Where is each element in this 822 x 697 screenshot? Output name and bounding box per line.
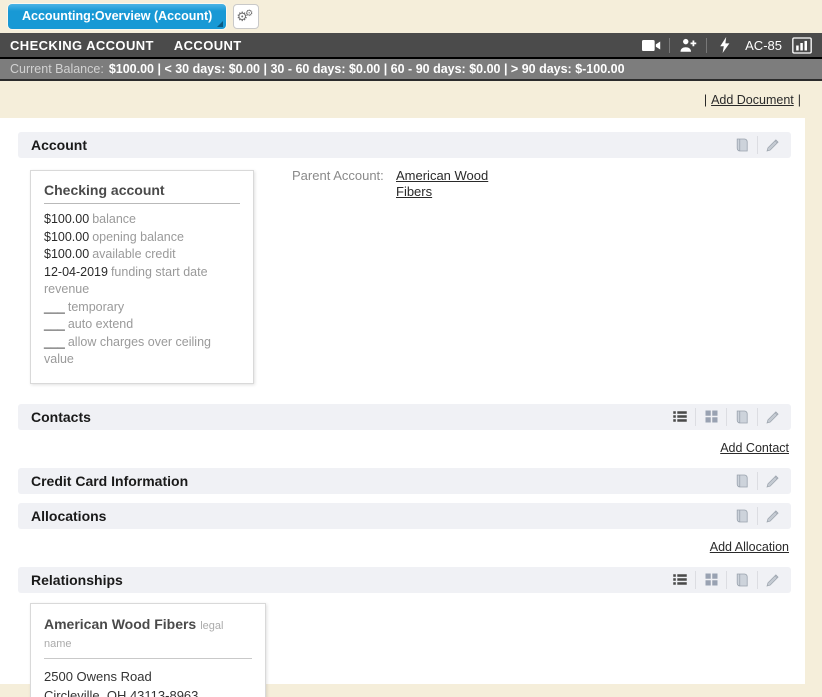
account-field-funding-start-date: 12-04-2019funding start date [44, 264, 240, 282]
divider [757, 507, 758, 525]
contacts-actions: Add Contact [18, 441, 789, 455]
account-field-available-credit: $100.00available credit [44, 246, 240, 264]
pipe: | [798, 93, 801, 107]
divider [726, 408, 727, 426]
grid-view-icon[interactable] [699, 571, 723, 589]
edit-pencil-icon[interactable] [761, 408, 785, 426]
journal-icon[interactable] [730, 507, 754, 525]
divider [757, 472, 758, 490]
divider [757, 136, 758, 154]
account-summary-card: Checking account $100.00balance $100.00o… [30, 170, 254, 384]
add-allocation-link[interactable]: Add Allocation [710, 540, 789, 554]
section-header-allocations: Allocations [18, 503, 791, 529]
balance-values: $100.00 | < 30 days: $0.00 | 30 - 60 day… [109, 62, 625, 76]
section-header-relationships: Relationships [18, 567, 791, 593]
parent-account-label: Parent Account: [292, 168, 396, 200]
record-code: AC-85 [745, 38, 782, 53]
edit-pencil-icon[interactable] [761, 507, 785, 525]
record-type-label: ACCOUNT [174, 38, 242, 53]
add-document-link[interactable]: Add Document [711, 93, 794, 107]
main-panel: Account Checking account $100.00balance … [0, 118, 805, 684]
gears-icon: ⚙⚙ [236, 8, 256, 26]
balance-status-bar: Current Balance: $100.00 | < 30 days: $0… [0, 59, 822, 81]
section-title: Account [31, 137, 87, 153]
divider [757, 408, 758, 426]
relationship-address-line2: Circleville, OH 43113-8963 [44, 686, 252, 697]
balance-label: Current Balance: [10, 62, 104, 76]
account-field-opening-balance: $100.00opening balance [44, 229, 240, 247]
journal-icon[interactable] [730, 571, 754, 589]
list-view-icon[interactable] [668, 408, 692, 426]
account-field-auto-extend: ___auto extend [44, 316, 240, 334]
bar-chart-icon[interactable] [792, 36, 812, 54]
settings-button[interactable]: ⚙⚙ [233, 4, 259, 29]
journal-icon[interactable] [730, 136, 754, 154]
allocations-actions: Add Allocation [18, 540, 789, 554]
video-icon[interactable] [641, 36, 661, 54]
tab-strip: Accounting:Overview (Account) ⚙⚙ [0, 0, 822, 33]
account-field-balance: $100.00balance [44, 211, 240, 229]
section-title: Relationships [31, 572, 123, 588]
divider [669, 38, 670, 53]
account-field-allow-charges: ___allow charges over ceiling value [44, 334, 240, 369]
account-body: Checking account $100.00balance $100.00o… [18, 158, 791, 384]
pipe: | [704, 93, 707, 107]
journal-icon[interactable] [730, 472, 754, 490]
list-view-icon[interactable] [668, 571, 692, 589]
lightning-icon[interactable] [715, 36, 735, 54]
divider [757, 571, 758, 589]
parent-account-link[interactable]: American Wood Fibers [396, 168, 490, 200]
add-contact-link[interactable]: Add Contact [720, 441, 789, 455]
record-header-bar: CHECKING ACCOUNT ACCOUNT AC-85 [0, 33, 822, 59]
account-field-revenue: revenue [44, 281, 240, 299]
section-header-credit-card: Credit Card Information [18, 468, 791, 494]
divider [726, 571, 727, 589]
relationship-name: American Wood Fibers [44, 616, 196, 632]
relationship-address-line1: 2500 Owens Road [44, 667, 252, 686]
section-header-account: Account [18, 132, 791, 158]
edit-pencil-icon[interactable] [761, 571, 785, 589]
document-toolbar: | Add Document | [0, 81, 822, 118]
grid-view-icon[interactable] [699, 408, 723, 426]
record-title: CHECKING ACCOUNT [10, 38, 154, 53]
section-title: Allocations [31, 508, 106, 524]
account-card-title: Checking account [44, 182, 240, 204]
person-add-icon[interactable] [678, 36, 698, 54]
divider [695, 408, 696, 426]
tab-label: Accounting:Overview (Account) [22, 9, 212, 23]
divider [695, 571, 696, 589]
edit-pencil-icon[interactable] [761, 472, 785, 490]
divider [706, 38, 707, 53]
parent-account-block: Parent Account: American Wood Fibers [292, 168, 490, 200]
section-title: Credit Card Information [31, 473, 188, 489]
journal-icon[interactable] [730, 408, 754, 426]
section-header-contacts: Contacts [18, 404, 791, 430]
tab-accounting-overview[interactable]: Accounting:Overview (Account) [8, 4, 226, 29]
edit-pencil-icon[interactable] [761, 136, 785, 154]
account-field-temporary: ___temporary [44, 299, 240, 317]
section-title: Contacts [31, 409, 91, 425]
relationship-card: American Wood Fiberslegal name 2500 Owen… [30, 603, 266, 697]
